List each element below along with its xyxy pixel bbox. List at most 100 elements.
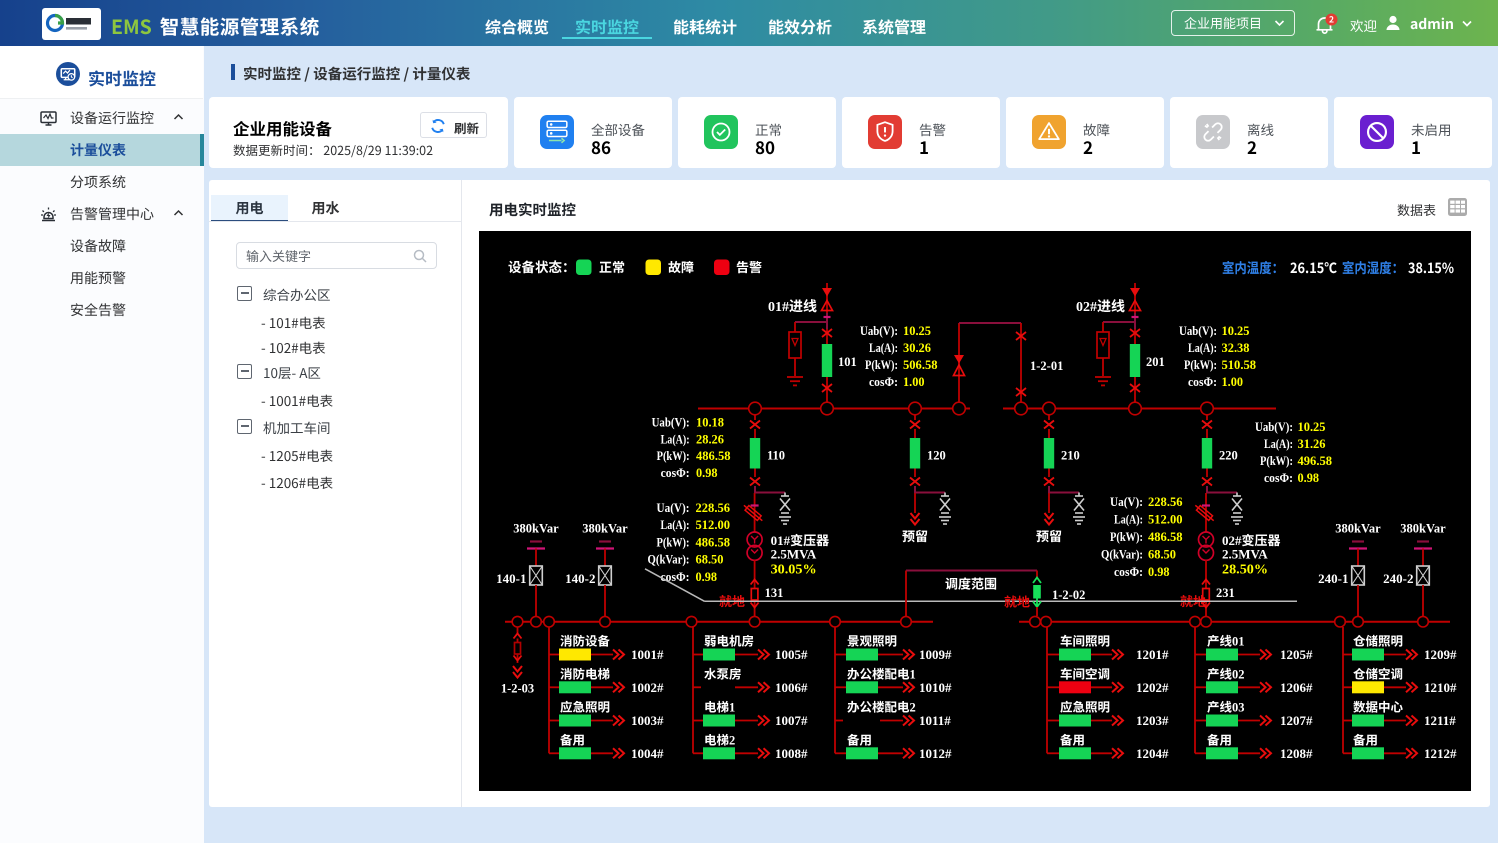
svg-text:240-1: 240-1 <box>1318 571 1348 586</box>
svg-text:1201#: 1201# <box>1136 647 1169 662</box>
svg-text:30.26: 30.26 <box>903 340 931 355</box>
svg-text:就地: 就地 <box>1004 595 1030 610</box>
svg-text:380kVar: 380kVar <box>1335 522 1381 536</box>
svg-text:1205#: 1205# <box>1280 647 1313 662</box>
svg-text:办公楼配电1: 办公楼配电1 <box>847 667 916 681</box>
svg-text:1006#: 1006# <box>775 680 808 695</box>
svg-text:P(kW):: P(kW): <box>865 357 898 372</box>
svg-text:数据中心: 数据中心 <box>1353 701 1404 715</box>
svg-text:1010#: 1010# <box>919 680 952 695</box>
svg-text:101: 101 <box>838 355 857 369</box>
svg-text:01#进线: 01#进线 <box>768 299 817 315</box>
svg-text:1206#: 1206# <box>1280 680 1313 695</box>
svg-text:P(kW):: P(kW): <box>1260 453 1293 468</box>
svg-text:0.98: 0.98 <box>1148 564 1170 579</box>
svg-text:2.5MVA: 2.5MVA <box>1222 547 1268 562</box>
svg-text:水泵房: 水泵房 <box>704 667 742 681</box>
svg-text:电梯1: 电梯1 <box>704 701 735 715</box>
svg-text:1209#: 1209# <box>1424 647 1457 662</box>
svg-text:应急照明: 应急照明 <box>560 701 610 715</box>
svg-text:1208#: 1208# <box>1280 746 1313 761</box>
svg-text:Ua(V):: Ua(V): <box>1110 494 1143 509</box>
svg-text:1202#: 1202# <box>1136 680 1169 695</box>
svg-text:30.05%: 30.05% <box>771 562 817 577</box>
svg-text:0.98: 0.98 <box>696 465 718 480</box>
svg-text:486.58: 486.58 <box>1148 529 1183 544</box>
svg-text:120: 120 <box>927 449 946 463</box>
svg-text:备用: 备用 <box>1207 733 1232 747</box>
svg-text:201: 201 <box>1146 355 1165 369</box>
svg-text:1203#: 1203# <box>1136 713 1169 728</box>
svg-text:1009#: 1009# <box>919 647 952 662</box>
svg-text:预留: 预留 <box>902 529 928 544</box>
svg-text:P(kW):: P(kW): <box>1184 357 1217 372</box>
svg-text:0.98: 0.98 <box>696 569 718 584</box>
svg-text:1002#: 1002# <box>631 680 664 695</box>
svg-text:380kVar: 380kVar <box>582 522 628 536</box>
svg-text:1011#: 1011# <box>919 713 951 728</box>
svg-text:1012#: 1012# <box>919 746 952 761</box>
svg-text:1-2-02: 1-2-02 <box>1052 588 1085 602</box>
svg-text:故障: 故障 <box>668 257 694 276</box>
svg-text:电梯2: 电梯2 <box>704 733 735 747</box>
svg-text:512.00: 512.00 <box>696 517 731 532</box>
svg-text:应急照明: 应急照明 <box>1060 701 1110 715</box>
svg-text:1007#: 1007# <box>775 713 808 728</box>
svg-text:1212#: 1212# <box>1424 746 1457 761</box>
svg-text:预留: 预留 <box>1036 529 1062 544</box>
svg-text:cosΦ:: cosΦ: <box>869 374 898 389</box>
svg-text:28.26: 28.26 <box>696 431 724 446</box>
svg-text:1-2-01: 1-2-01 <box>1030 359 1063 373</box>
svg-text:Ua(V):: Ua(V): <box>657 500 690 515</box>
svg-text:228.56: 228.56 <box>1148 494 1183 509</box>
svg-text:38.15%: 38.15% <box>1408 258 1454 278</box>
svg-text:380kVar: 380kVar <box>1400 522 1446 536</box>
svg-text:Uab(V):: Uab(V): <box>1255 419 1293 434</box>
svg-text:室内湿度：: 室内湿度： <box>1342 258 1404 278</box>
svg-text:1005#: 1005# <box>775 647 808 662</box>
svg-text:380kVar: 380kVar <box>513 522 559 536</box>
svg-text:备用: 备用 <box>1060 733 1085 747</box>
svg-text:32.38: 32.38 <box>1222 340 1250 355</box>
svg-text:26.15℃: 26.15℃ <box>1290 258 1337 278</box>
svg-text:产线03: 产线03 <box>1207 701 1245 715</box>
svg-text:210: 210 <box>1061 449 1080 463</box>
svg-text:cosΦ:: cosΦ: <box>1114 564 1143 579</box>
svg-text:cosΦ:: cosΦ: <box>661 465 690 480</box>
svg-text:131: 131 <box>765 586 784 600</box>
svg-text:消防电梯: 消防电梯 <box>560 667 610 681</box>
svg-text:68.50: 68.50 <box>1148 546 1176 561</box>
svg-text:10.25: 10.25 <box>903 323 931 338</box>
svg-text:产线02: 产线02 <box>1207 667 1245 681</box>
svg-text:车间空调: 车间空调 <box>1060 667 1110 681</box>
svg-text:La(A):: La(A): <box>1264 436 1293 451</box>
svg-text:486.58: 486.58 <box>696 534 731 549</box>
svg-text:产线01: 产线01 <box>1207 635 1245 649</box>
svg-text:cosΦ:: cosΦ: <box>1188 374 1217 389</box>
svg-text:1.00: 1.00 <box>903 374 925 389</box>
svg-text:10.18: 10.18 <box>696 415 724 430</box>
svg-text:P(kW):: P(kW): <box>657 448 690 463</box>
svg-text:正常: 正常 <box>599 257 625 276</box>
svg-text:10.25: 10.25 <box>1222 323 1250 338</box>
svg-text:1210#: 1210# <box>1424 680 1457 695</box>
svg-text:228.56: 228.56 <box>696 500 731 515</box>
svg-text:P(kW):: P(kW): <box>657 534 690 549</box>
svg-text:1004#: 1004# <box>631 746 664 761</box>
svg-text:备用: 备用 <box>1353 733 1378 747</box>
svg-text:Q(kVar):: Q(kVar): <box>648 552 690 567</box>
svg-text:备用: 备用 <box>560 733 585 747</box>
svg-text:仓储照明: 仓储照明 <box>1353 635 1403 649</box>
svg-text:调度范围: 调度范围 <box>945 577 997 592</box>
svg-text:220: 220 <box>1219 449 1238 463</box>
svg-text:车间照明: 车间照明 <box>1060 635 1110 649</box>
svg-text:486.58: 486.58 <box>696 448 731 463</box>
svg-text:告警: 告警 <box>736 257 762 276</box>
svg-text:1003#: 1003# <box>631 713 664 728</box>
svg-text:cosΦ:: cosΦ: <box>661 569 690 584</box>
svg-text:La(A):: La(A): <box>869 340 898 355</box>
svg-text:496.58: 496.58 <box>1298 453 1333 468</box>
svg-text:室内温度：: 室内温度： <box>1222 258 1284 278</box>
svg-text:140-1: 140-1 <box>496 571 526 586</box>
svg-text:弱电机房: 弱电机房 <box>704 635 754 649</box>
